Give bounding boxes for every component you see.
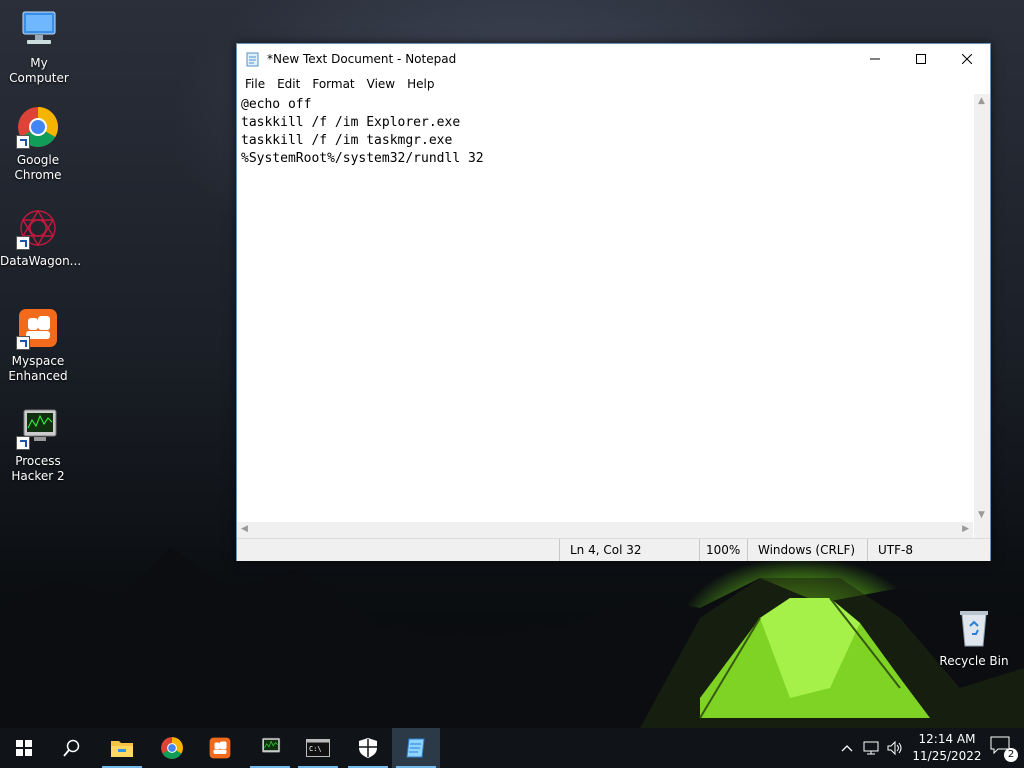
desktop-icon-google-chrome[interactable]: Google Chrome [0, 105, 76, 183]
maximize-button[interactable] [898, 44, 944, 74]
show-hidden-icons-button[interactable] [836, 728, 858, 768]
shortcut-arrow-icon [16, 135, 30, 149]
desktop-icon-process-hacker[interactable]: Process Hacker 2 [0, 406, 76, 484]
status-zoom: 100% [699, 539, 747, 561]
menu-edit[interactable]: Edit [271, 77, 306, 91]
status-encoding: UTF-8 [867, 539, 990, 561]
maximize-icon [916, 54, 926, 64]
svg-text:C:\: C:\ [309, 745, 322, 753]
network-icon [863, 741, 879, 755]
terminal-icon: C:\ [306, 739, 330, 757]
menu-file[interactable]: File [239, 77, 271, 91]
menu-view[interactable]: View [361, 77, 401, 91]
vertical-scrollbar[interactable]: ▲ ▼ [974, 94, 990, 522]
taskbar-myspace[interactable] [196, 728, 244, 768]
title-bar[interactable]: *New Text Document - Notepad [237, 44, 990, 74]
scrollbar-corner [974, 522, 990, 538]
computer-icon [17, 8, 61, 52]
speaker-icon [887, 740, 902, 756]
window-title: *New Text Document - Notepad [267, 52, 457, 66]
taskbar-process-hacker[interactable] [246, 728, 294, 768]
myspace-icon [16, 306, 60, 350]
notepad-window[interactable]: *New Text Document - Notepad File Edit F… [236, 43, 991, 561]
menu-bar: File Edit Format View Help [237, 74, 990, 94]
minimize-button[interactable] [852, 44, 898, 74]
desktop-icon-label: My Computer [9, 56, 69, 85]
search-button[interactable] [48, 728, 96, 768]
search-icon [63, 739, 80, 757]
clock-date: 11/25/2022 [912, 749, 982, 763]
taskbar-notepad[interactable] [392, 728, 440, 768]
start-icon [16, 740, 32, 756]
taskbar-file-explorer[interactable] [98, 728, 146, 768]
status-cursor-position: Ln 4, Col 32 [559, 539, 699, 561]
scroll-right-icon[interactable]: ▶ [962, 524, 969, 534]
action-center-button[interactable]: 2 [990, 736, 1018, 762]
desktop-icon-recycle-bin[interactable]: Recycle Bin [936, 606, 1012, 669]
desktop-icon-label: Myspace Enhanced [8, 354, 68, 383]
shortcut-arrow-icon [16, 336, 30, 350]
datawagon-icon [16, 206, 60, 250]
close-button[interactable] [944, 44, 990, 74]
status-line-ending: Windows (CRLF) [747, 539, 867, 561]
chrome-icon [161, 737, 183, 759]
menu-help[interactable]: Help [401, 77, 440, 91]
desktop-icon-datawagon[interactable]: DataWagon... [0, 206, 82, 269]
status-bar: Ln 4, Col 32 100% Windows (CRLF) UTF-8 [237, 538, 990, 561]
clock[interactable]: 12:14 AM 11/25/2022 [912, 731, 982, 765]
process-hacker-icon [262, 737, 281, 753]
clock-time: 12:14 AM [918, 732, 976, 746]
desktop-icon-label: Recycle Bin [939, 654, 1009, 668]
file-explorer-icon [111, 741, 133, 757]
horizontal-scrollbar[interactable]: ◀ ▶ [237, 522, 973, 538]
recycle-bin-icon [952, 606, 996, 650]
start-button[interactable] [0, 728, 48, 768]
scroll-left-icon[interactable]: ◀ [241, 524, 248, 534]
desktop-icon-myspace-enhanced[interactable]: Myspace Enhanced [0, 306, 76, 384]
security-icon [359, 738, 377, 758]
process-hacker-icon [16, 406, 60, 450]
volume-button[interactable] [884, 728, 906, 768]
desktop-icon-label: Google Chrome [14, 153, 62, 182]
text-editor[interactable]: @echo off taskkill /f /im Explorer.exe t… [237, 94, 973, 522]
close-icon [962, 54, 972, 64]
notepad-icon [246, 52, 259, 67]
network-button[interactable] [860, 728, 884, 768]
shortcut-arrow-icon [16, 436, 30, 450]
notification-count-badge: 2 [1004, 748, 1018, 762]
taskbar-security[interactable] [344, 728, 392, 768]
taskbar-terminal[interactable]: C:\ [294, 728, 342, 768]
taskbar-chrome[interactable] [148, 728, 196, 768]
desktop-icon-label: Process Hacker 2 [11, 454, 65, 483]
taskbar: C:\ 12:14 AM 11/25/2022 2 [0, 728, 1024, 768]
minimize-icon [870, 58, 880, 60]
shortcut-arrow-icon [16, 236, 30, 250]
menu-format[interactable]: Format [306, 77, 360, 91]
notepad-icon [406, 738, 425, 758]
desktop-icon-label: DataWagon... [0, 254, 82, 268]
scroll-down-icon[interactable]: ▼ [978, 510, 985, 520]
chevron-up-icon [841, 745, 853, 752]
desktop-icon-my-computer[interactable]: My Computer [1, 8, 77, 86]
myspace-icon [209, 737, 231, 759]
chrome-icon [16, 105, 60, 149]
scroll-up-icon[interactable]: ▲ [978, 96, 985, 106]
